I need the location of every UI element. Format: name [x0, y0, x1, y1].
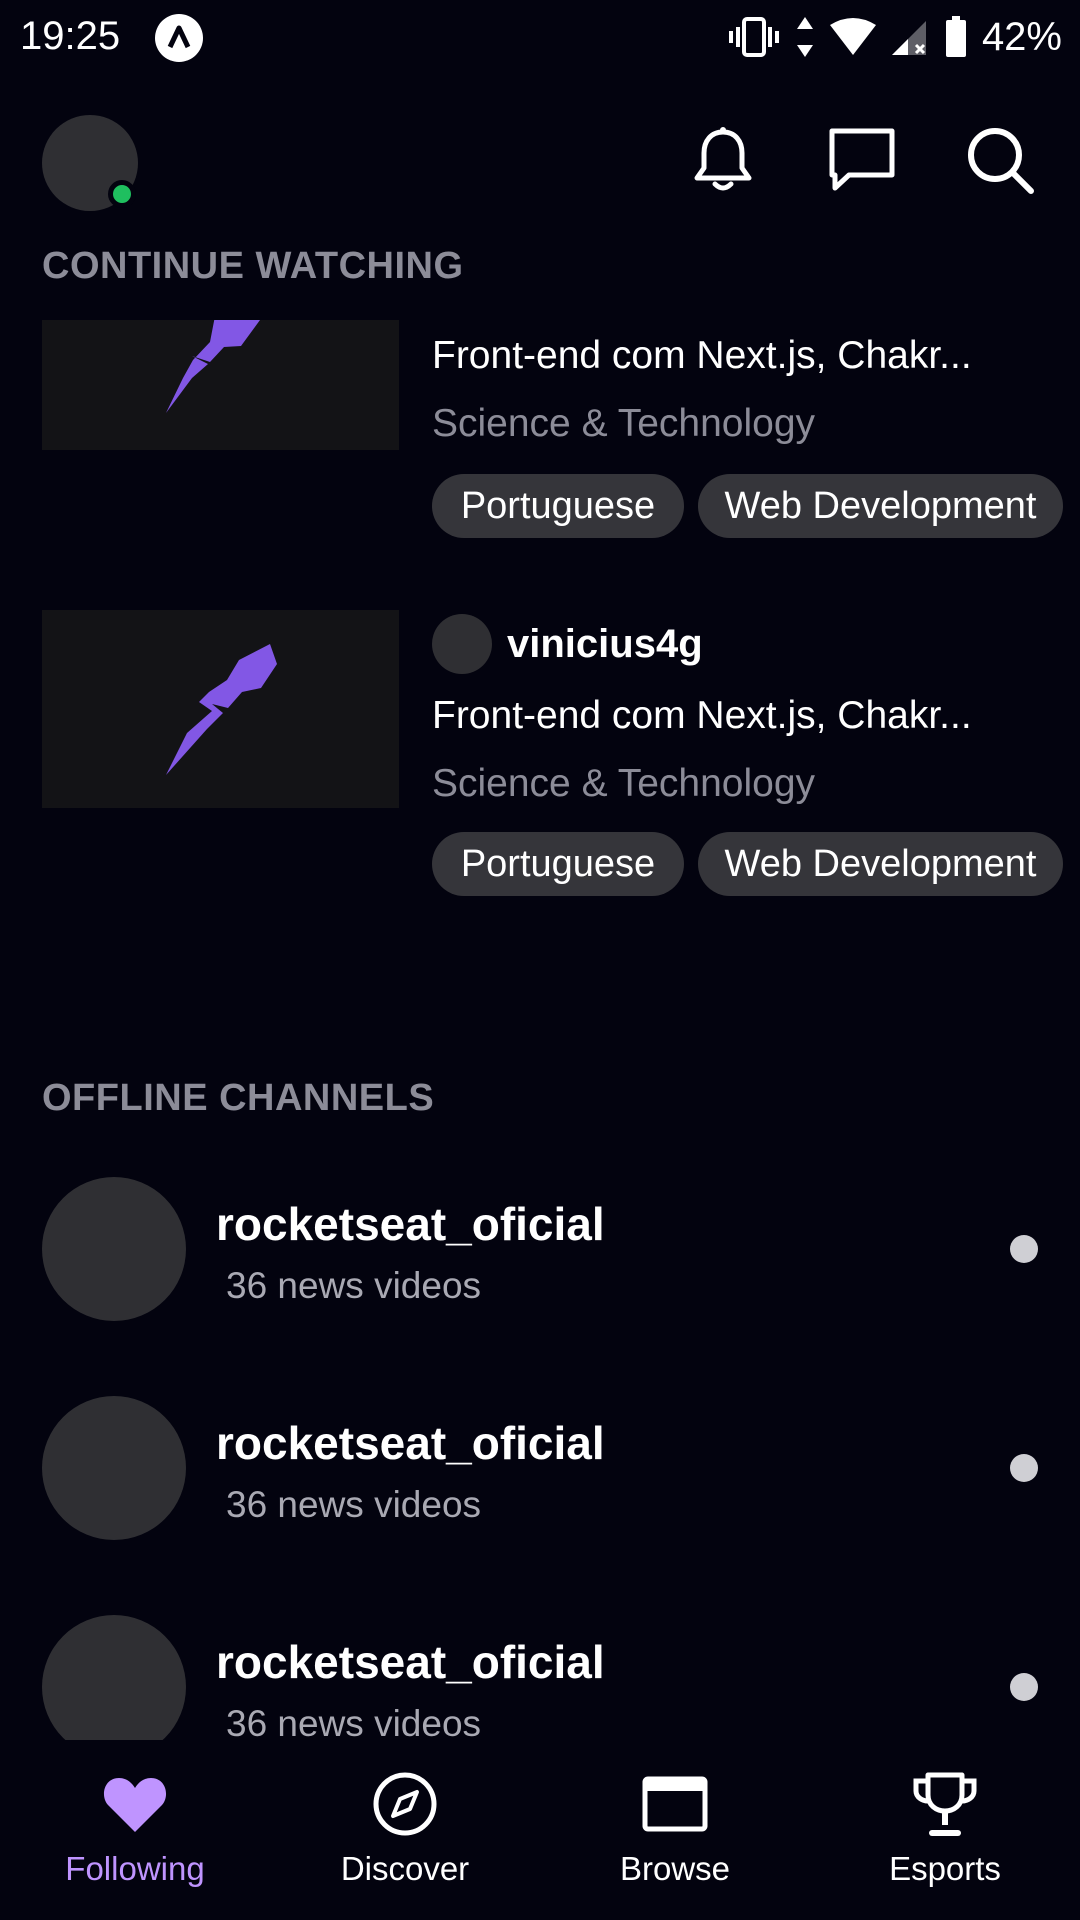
video-title: Front-end com Next.js, Chakr...	[432, 334, 972, 377]
channel-row[interactable]: rocketseat_oficial 36 news videos	[0, 1177, 1080, 1327]
app-screen: 19:25 42% CONTINUE WATCHING Front-end co…	[0, 0, 1080, 1920]
status-bar: 19:25 42%	[0, 0, 1080, 74]
tag-web-development[interactable]: Web Development	[698, 474, 1063, 538]
video-category[interactable]: Science & Technology	[432, 762, 815, 806]
streamer-name[interactable]: vinicius4g	[507, 622, 703, 667]
status-time: 19:25	[20, 14, 121, 58]
channel-row[interactable]: rocketseat_oficial 36 news videos	[0, 1396, 1080, 1546]
channel-subtitle: 36 news videos	[226, 1484, 482, 1525]
channel-avatar[interactable]	[42, 1396, 186, 1540]
nav-browse[interactable]: Browse	[540, 1740, 810, 1920]
nav-label-browse: Browse	[619, 1850, 731, 1887]
nav-esports[interactable]: Esports	[810, 1740, 1080, 1920]
battery-percentage: 42%	[981, 14, 1062, 59]
message-icon	[829, 128, 895, 191]
data-arrows-icon	[796, 17, 813, 57]
offline-channels-heading: OFFLINE CHANNELS	[42, 1077, 435, 1119]
search-button[interactable]	[962, 122, 1038, 198]
video-thumbnail[interactable]	[42, 320, 399, 450]
nav-label-esports: Esports	[889, 1850, 1001, 1887]
streamer-avatar[interactable]	[432, 614, 492, 674]
video-card[interactable]: vinicius4g Front-end com Next.js, Chakr.…	[0, 610, 1080, 900]
bell-icon	[694, 127, 752, 191]
channel-subtitle: 36 news videos	[226, 1703, 482, 1744]
app-notification-icon	[155, 14, 203, 62]
video-thumbnail[interactable]	[42, 610, 399, 808]
video-card[interactable]: Front-end com Next.js, Chakr... Science …	[0, 320, 1080, 540]
nav-label-discover: Discover	[340, 1850, 470, 1887]
notifications-button[interactable]	[685, 122, 761, 198]
signal-icon	[891, 21, 926, 55]
compass-icon	[369, 1768, 441, 1840]
video-title: Front-end com Next.js, Chakr...	[432, 694, 972, 737]
channel-status-dot	[1010, 1454, 1038, 1482]
tag-web-development[interactable]: Web Development	[698, 832, 1063, 896]
status-icons: 42%	[728, 10, 1062, 64]
online-status-indicator	[108, 180, 136, 208]
channel-subtitle: 36 news videos	[226, 1265, 482, 1306]
browse-icon	[639, 1768, 711, 1840]
bottom-navigation: Following Discover Browse Esports	[0, 1740, 1080, 1920]
video-category[interactable]: Science & Technology	[432, 402, 815, 446]
tag-portuguese[interactable]: Portuguese	[432, 474, 684, 538]
channel-status-dot	[1010, 1235, 1038, 1263]
trophy-icon	[909, 1768, 981, 1840]
rocket-logo-icon	[166, 320, 260, 413]
tag-portuguese[interactable]: Portuguese	[432, 832, 684, 896]
search-icon	[968, 128, 1034, 194]
channel-name: rocketseat_oficial	[216, 1417, 605, 1469]
channel-name: rocketseat_oficial	[216, 1198, 605, 1250]
messages-button[interactable]	[824, 122, 900, 198]
channel-name: rocketseat_oficial	[216, 1636, 605, 1688]
continue-watching-heading: CONTINUE WATCHING	[42, 245, 464, 287]
nav-following[interactable]: Following	[0, 1740, 270, 1920]
channel-avatar[interactable]	[42, 1177, 186, 1321]
vibrate-icon	[728, 17, 779, 57]
channel-avatar[interactable]	[42, 1615, 186, 1759]
channel-status-dot	[1010, 1673, 1038, 1701]
nav-label-following: Following	[65, 1850, 205, 1887]
battery-icon	[945, 16, 966, 57]
heart-icon	[99, 1768, 171, 1840]
rocket-logo-icon	[166, 644, 277, 775]
wifi-icon	[829, 18, 876, 55]
nav-discover[interactable]: Discover	[270, 1740, 540, 1920]
